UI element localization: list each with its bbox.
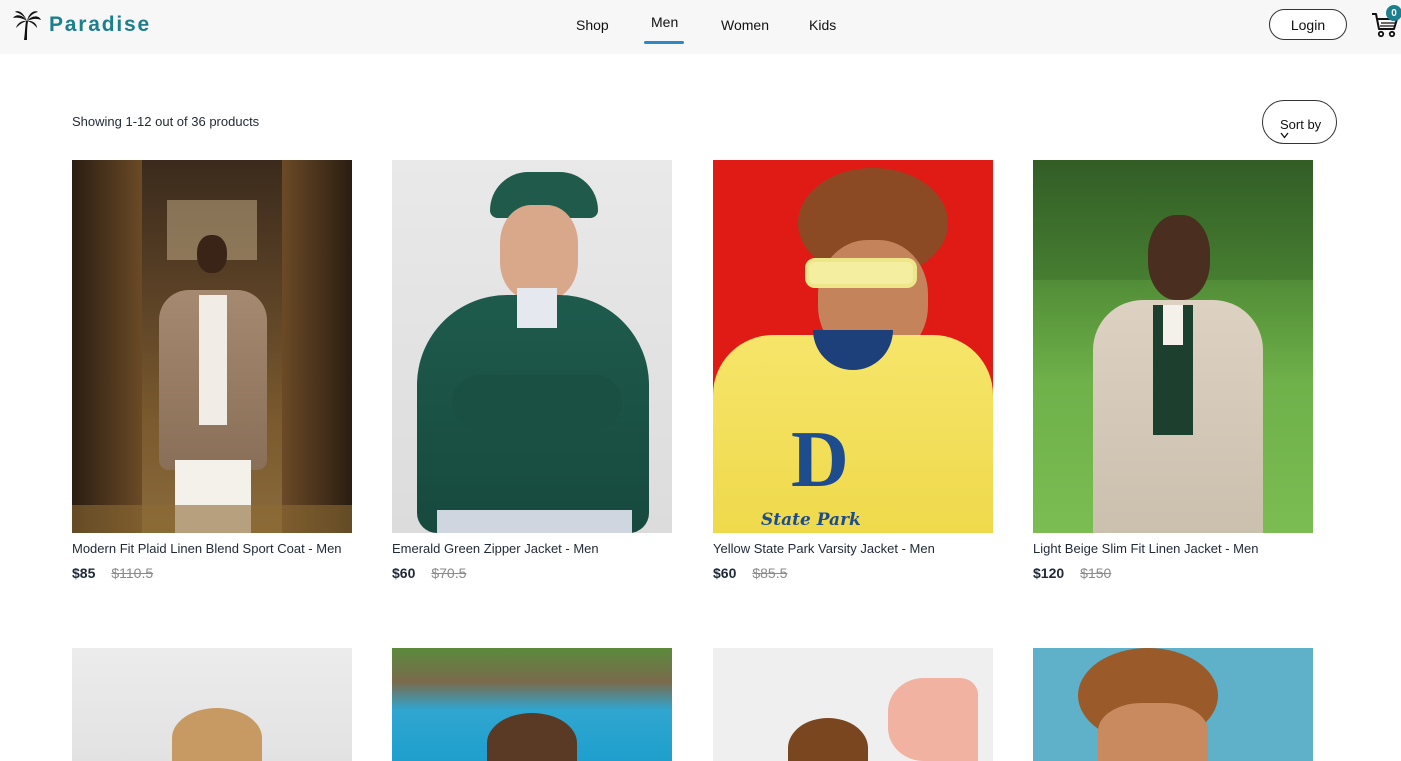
product-image[interactable]: [713, 648, 993, 761]
product-card[interactable]: [1033, 648, 1313, 761]
product-image[interactable]: [1033, 160, 1313, 533]
product-image[interactable]: [392, 160, 672, 533]
site-header: Paradise Shop Men Women Kids Login 0: [0, 0, 1401, 54]
product-original-price: $150: [1080, 565, 1112, 581]
product-name[interactable]: Yellow State Park Varsity Jacket - Men: [713, 541, 935, 556]
product-price: $85: [72, 565, 96, 581]
chevron-down-icon: [1280, 132, 1289, 139]
product-image[interactable]: D State Park: [713, 160, 993, 533]
product-price: $60: [392, 565, 416, 581]
product-original-price: $110.5: [111, 565, 154, 581]
product-prices: $85 $110.5: [72, 565, 153, 581]
cart-count-badge: 0: [1386, 5, 1401, 21]
product-card[interactable]: Modern Fit Plaid Linen Blend Sport Coat …: [72, 160, 352, 581]
palm-tree-icon: [13, 11, 41, 40]
product-card[interactable]: [713, 648, 993, 761]
product-card[interactable]: D State Park Yellow State Park Varsity J…: [713, 160, 993, 581]
product-card[interactable]: [392, 648, 672, 761]
product-card[interactable]: Emerald Green Zipper Jacket - Men $60 $7…: [392, 160, 672, 581]
brand-logo[interactable]: Paradise: [12, 9, 151, 41]
product-image[interactable]: [1033, 648, 1313, 761]
login-button[interactable]: Login: [1269, 9, 1347, 40]
nav-item-women[interactable]: Women: [721, 17, 769, 33]
nav-item-men[interactable]: Men: [651, 14, 678, 30]
product-card[interactable]: [72, 648, 352, 761]
product-image[interactable]: [72, 160, 352, 533]
product-image[interactable]: [392, 648, 672, 761]
jacket-letter: D: [791, 416, 849, 504]
product-image[interactable]: [72, 648, 352, 761]
product-name[interactable]: Light Beige Slim Fit Linen Jacket - Men: [1033, 541, 1258, 556]
product-price: $120: [1033, 565, 1065, 581]
sort-by-label: Sort by: [1280, 116, 1322, 132]
product-original-price: $85.5: [752, 565, 788, 581]
nav-active-indicator: [644, 41, 684, 44]
nav-item-shop[interactable]: Shop: [576, 17, 609, 33]
product-card[interactable]: Light Beige Slim Fit Linen Jacket - Men …: [1033, 160, 1313, 581]
product-prices: $60 $85.5: [713, 565, 787, 581]
product-original-price: $70.5: [431, 565, 467, 581]
product-prices: $120 $150: [1033, 565, 1111, 581]
result-count: Showing 1-12 out of 36 products: [72, 114, 260, 129]
product-price: $60: [713, 565, 737, 581]
sort-by-button[interactable]: Sort by: [1262, 100, 1337, 144]
brand-name: Paradise: [49, 13, 151, 36]
jacket-text: State Park: [761, 510, 861, 530]
product-prices: $60 $70.5: [392, 565, 466, 581]
product-name[interactable]: Emerald Green Zipper Jacket - Men: [392, 541, 599, 556]
product-name[interactable]: Modern Fit Plaid Linen Blend Sport Coat …: [72, 541, 342, 556]
nav-item-kids[interactable]: Kids: [809, 17, 836, 33]
